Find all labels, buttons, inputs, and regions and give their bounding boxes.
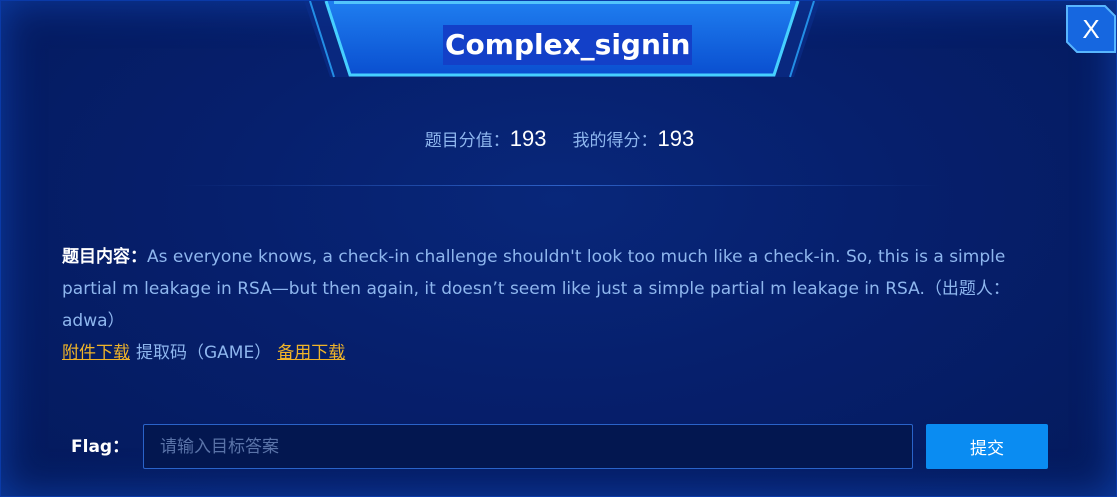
download-row: 附件下载 提取码（GAME） 备用下载	[62, 337, 345, 369]
flag-label: Flag：	[71, 437, 130, 457]
download-link[interactable]: 附件下载	[62, 343, 130, 363]
extract-code: 提取码（GAME）	[136, 343, 272, 363]
challenge-description: 题目内容：As everyone knows, a check-in chall…	[62, 241, 1062, 337]
dialog-title: Complex_signin	[443, 25, 693, 65]
divider	[181, 185, 941, 186]
my-score-label: 我的得分：	[572, 131, 658, 151]
challenge-dialog: Complex_signin X 题目分值：193 我的得分：193 题目内容：A…	[0, 0, 1117, 497]
flag-input[interactable]	[143, 424, 913, 469]
points-label: 题目分值：	[424, 131, 510, 151]
content-text: As everyone knows, a check-in challenge …	[62, 247, 1010, 331]
points-value: 193	[509, 126, 547, 151]
content-label: 题目内容：	[62, 247, 147, 267]
submit-button[interactable]: 提交	[926, 424, 1048, 469]
score-row: 题目分值：193 我的得分：193	[1, 123, 1117, 155]
close-icon: X	[1082, 14, 1100, 44]
close-button[interactable]: X	[1065, 4, 1117, 54]
my-score-value: 193	[657, 126, 695, 151]
backup-download-link[interactable]: 备用下载	[277, 343, 345, 363]
